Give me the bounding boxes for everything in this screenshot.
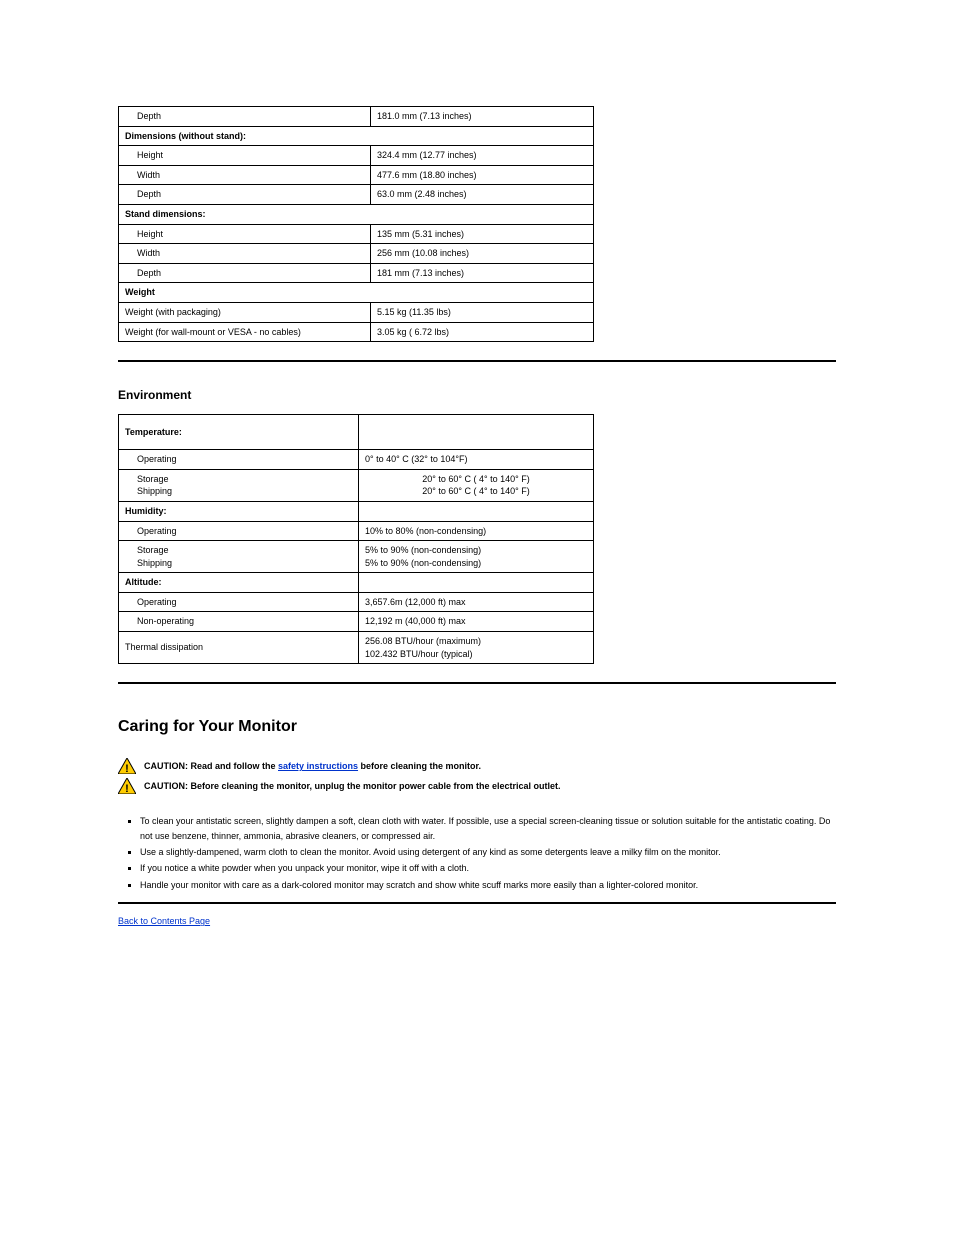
table-row: Depth63.0 mm (2.48 inches)	[119, 185, 594, 205]
physical-dimensions-table: Depth181.0 mm (7.13 inches) Dimensions (…	[118, 106, 594, 342]
cell-label: Width	[119, 165, 371, 185]
row-header: Dimensions (without stand):	[119, 126, 594, 146]
table-row: Width256 mm (10.08 inches)	[119, 244, 594, 264]
caution-row: ! CAUTION: Read and follow the safety in…	[118, 758, 836, 774]
cell-label: Thermal dissipation	[119, 632, 359, 664]
table-row: Humidity:	[119, 501, 594, 521]
cell-value: 181 mm (7.13 inches)	[371, 263, 594, 283]
cell-label: Weight (for wall-mount or VESA - no cabl…	[119, 322, 371, 342]
cell-label: Width	[119, 244, 371, 264]
table-row: Operating0° to 40° C (32° to 104°F)	[119, 450, 594, 470]
cell-label: Weight (with packaging)	[119, 302, 371, 322]
table-row: Weight (with packaging)5.15 kg (11.35 lb…	[119, 302, 594, 322]
caution-text: CAUTION: Before cleaning the monitor, un…	[144, 778, 836, 791]
cell-label: Operating	[119, 592, 359, 612]
cell-label: Temperature:	[119, 415, 359, 450]
section-heading-environment: Environment	[118, 388, 836, 402]
table-row: Temperature:	[119, 415, 594, 450]
cell-value: 181.0 mm (7.13 inches)	[371, 107, 594, 127]
table-row: Depth181 mm (7.13 inches)	[119, 263, 594, 283]
caution-icon: !	[118, 758, 136, 774]
caution-row: ! CAUTION: Before cleaning the monitor, …	[118, 778, 836, 794]
cell-label: Depth	[119, 263, 371, 283]
table-row: Stand dimensions:	[119, 204, 594, 224]
divider	[118, 360, 836, 362]
cell-label: Height	[119, 146, 371, 166]
cell-value: 0° to 40° C (32° to 104°F)	[359, 450, 594, 470]
list-item: To clean your antistatic screen, slightl…	[118, 814, 836, 843]
row-header: Weight	[119, 283, 594, 303]
divider	[118, 902, 836, 904]
text: CAUTION: Read and follow the	[144, 761, 278, 771]
row-header: Stand dimensions:	[119, 204, 594, 224]
cell-value: 10% to 80% (non-condensing)	[359, 521, 594, 541]
cell-value: 3,657.6m (12,000 ft) max	[359, 592, 594, 612]
care-instructions-list: To clean your antistatic screen, slightl…	[118, 814, 836, 892]
cell-label: Operating	[119, 521, 359, 541]
svg-text:!: !	[125, 783, 129, 794]
table-row: Weight	[119, 283, 594, 303]
list-item: Use a slightly-dampened, warm cloth to c…	[118, 845, 836, 859]
cell-value: 135 mm (5.31 inches)	[371, 224, 594, 244]
cell-value: 12,192 m (40,000 ft) max	[359, 612, 594, 632]
cell-value: 20° to 60° C ( 4° to 140° F) 20° to 60° …	[359, 469, 594, 501]
cell-value: 324.4 mm (12.77 inches)	[371, 146, 594, 166]
cell-label: Altitude:	[119, 573, 359, 593]
cell-label: Storage Shipping	[119, 541, 359, 573]
svg-text:!: !	[125, 763, 129, 774]
table-row: Width477.6 mm (18.80 inches)	[119, 165, 594, 185]
table-row: Operating3,657.6m (12,000 ft) max	[119, 592, 594, 612]
cell-value	[359, 501, 594, 521]
cell-value	[359, 573, 594, 593]
cell-value: 256 mm (10.08 inches)	[371, 244, 594, 264]
cell-label: Humidity:	[119, 501, 359, 521]
divider	[118, 682, 836, 684]
list-item: Handle your monitor with care as a dark-…	[118, 878, 836, 892]
cell-value: 5% to 90% (non-condensing) 5% to 90% (no…	[359, 541, 594, 573]
back-to-contents-link[interactable]: Back to Contents Page	[118, 916, 210, 926]
table-row: Operating10% to 80% (non-condensing)	[119, 521, 594, 541]
table-row: Height324.4 mm (12.77 inches)	[119, 146, 594, 166]
cell-label: Depth	[119, 107, 371, 127]
cell-label: Non-operating	[119, 612, 359, 632]
table-row: Height135 mm (5.31 inches)	[119, 224, 594, 244]
cell-value: 256.08 BTU/hour (maximum) 102.432 BTU/ho…	[359, 632, 594, 664]
safety-instructions-link[interactable]: safety instructions	[278, 761, 358, 771]
table-row: Non-operating12,192 m (40,000 ft) max	[119, 612, 594, 632]
table-row: Weight (for wall-mount or VESA - no cabl…	[119, 322, 594, 342]
cell-label: Storage Shipping	[119, 469, 359, 501]
table-row: Altitude:	[119, 573, 594, 593]
cell-label: Depth	[119, 185, 371, 205]
cell-label: Operating	[119, 450, 359, 470]
environment-table: Temperature: Operating0° to 40° C (32° t…	[118, 414, 594, 664]
list-item: If you notice a white powder when you un…	[118, 861, 836, 875]
cell-value: 477.6 mm (18.80 inches)	[371, 165, 594, 185]
caution-icon: !	[118, 778, 136, 794]
table-row: Storage Shipping5% to 90% (non-condensin…	[119, 541, 594, 573]
table-row: Thermal dissipation256.08 BTU/hour (maxi…	[119, 632, 594, 664]
table-row: Storage Shipping20° to 60° C ( 4° to 140…	[119, 469, 594, 501]
cell-value: 3.05 kg ( 6.72 lbs)	[371, 322, 594, 342]
cell-label: Height	[119, 224, 371, 244]
table-row: Depth181.0 mm (7.13 inches)	[119, 107, 594, 127]
table-row: Dimensions (without stand):	[119, 126, 594, 146]
text: before cleaning the monitor.	[358, 761, 481, 771]
cell-value	[359, 415, 594, 450]
cell-value: 63.0 mm (2.48 inches)	[371, 185, 594, 205]
caution-text: CAUTION: Read and follow the safety inst…	[144, 758, 836, 771]
section-heading-caring: Caring for Your Monitor	[118, 718, 836, 736]
cell-value: 5.15 kg (11.35 lbs)	[371, 302, 594, 322]
